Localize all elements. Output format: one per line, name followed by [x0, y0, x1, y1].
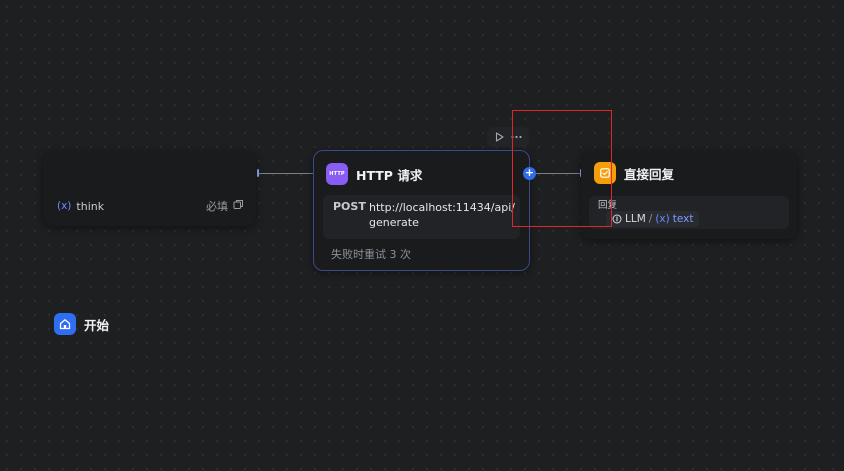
http-icon-label: HTTP [329, 171, 345, 177]
workflow-canvas[interactable]: 开始 (x) think 必填 HTTP HTTP 请求 POST http:/… [0, 0, 844, 471]
http-method: POST [333, 200, 366, 213]
llm-node-icon [612, 214, 622, 224]
chip-variable: text [672, 213, 694, 225]
play-icon[interactable] [493, 130, 507, 144]
start-node-title: 开始 [84, 317, 110, 333]
required-label: 必填 [206, 200, 228, 213]
chip-separator: / [648, 213, 653, 225]
http-url: http://localhost:11434/api/generate [369, 201, 515, 229]
start-node-header: 开始 [54, 312, 109, 336]
start-output-handle[interactable] [257, 169, 259, 177]
http-request-node[interactable]: HTTP HTTP 请求 POST http://localhost:11434… [313, 150, 530, 271]
chip-source: LLM [625, 213, 646, 225]
required-badge: 必填 [206, 198, 248, 214]
http-node-title: HTTP 请求 [356, 167, 423, 183]
answer-node[interactable]: 直接回复 回复 LLM / (x) text [581, 151, 797, 239]
http-request-summary: POST http://localhost:11434/api/generate [323, 195, 520, 239]
answer-variable-chip: LLM / (x) text [606, 211, 700, 227]
variable-marker: (x) [57, 200, 72, 212]
home-icon [54, 313, 76, 335]
retry-info: 失败时重试 3 次 [331, 248, 411, 261]
highlight-box [512, 110, 612, 227]
http-node-header: HTTP HTTP 请求 [326, 162, 422, 186]
edge-start-to-http [258, 173, 314, 174]
answer-node-title: 直接回复 [624, 166, 675, 182]
start-node[interactable]: 开始 (x) think 必填 [43, 151, 256, 335]
variable-name: think [76, 199, 105, 213]
http-icon: HTTP [326, 163, 348, 185]
start-variable-row[interactable]: (x) think 必填 [51, 196, 248, 216]
variable-type-icon [233, 199, 244, 213]
chip-marker: (x) [655, 213, 670, 225]
answer-field: 回复 LLM / (x) text [589, 196, 789, 229]
